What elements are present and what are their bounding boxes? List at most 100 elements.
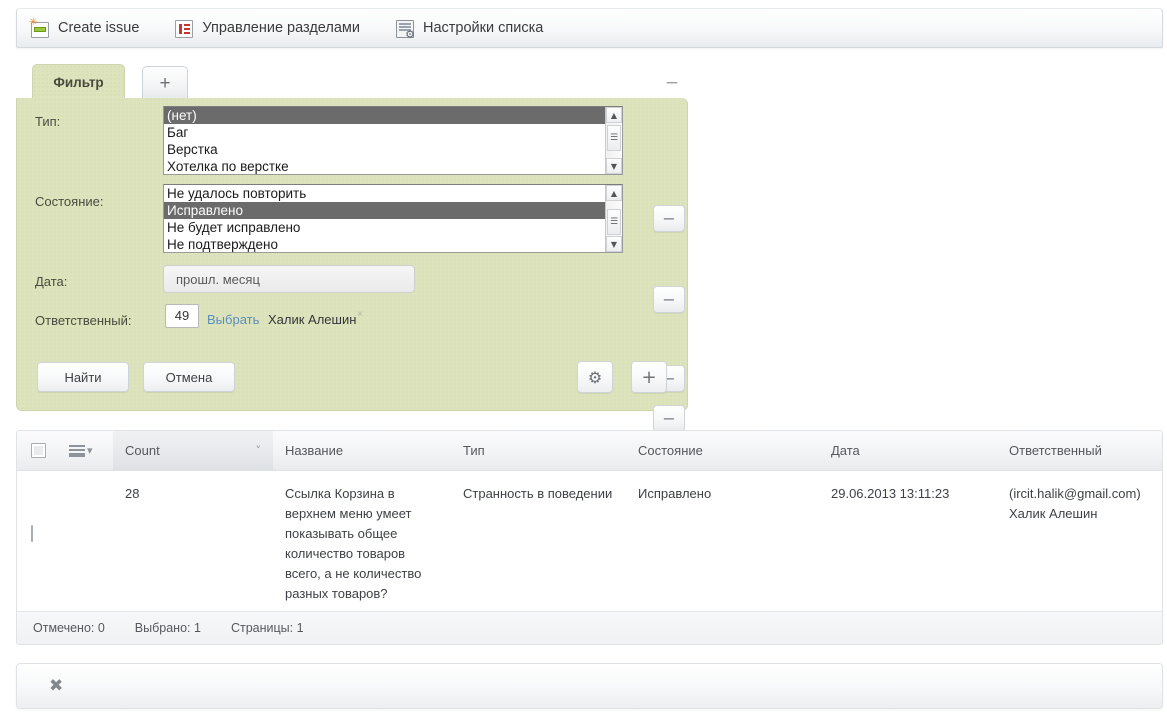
scroll-down-arrow-icon[interactable]: ▼ [606, 236, 622, 252]
chevron-down-icon[interactable]: ▾ [87, 444, 93, 457]
filter-responsible-id-value: 49 [174, 308, 190, 323]
filter-cancel-button[interactable]: Отмена [143, 362, 235, 392]
tab-filter-label: Фильтр [53, 74, 104, 90]
table-header-name[interactable]: Название [273, 431, 451, 470]
table-cell-count: 28 [125, 486, 140, 501]
toolbar-item-list-settings-label: Настройки списка [422, 20, 544, 36]
filter-remove-type-button[interactable]: − [653, 205, 685, 232]
table-header-date-label: Дата [831, 443, 860, 458]
manage-sections-icon [175, 19, 194, 38]
minus-icon: − [664, 73, 680, 93]
option-type-0[interactable]: (нет) [164, 107, 622, 124]
plus-icon: + [641, 366, 657, 388]
results-table: ▾ Count ˅ Название Тип Состояние Дата От… [16, 430, 1163, 645]
create-issue-icon [29, 18, 49, 38]
table-header-state-label: Состояние [638, 443, 703, 458]
minus-icon: − [662, 208, 676, 228]
filter-select-type-scrollbar[interactable]: ▲ ☰ ▼ [605, 107, 622, 174]
scroll-up-arrow-icon[interactable]: ▲ [606, 185, 622, 201]
table-header-state[interactable]: Состояние [626, 431, 819, 470]
table-cell-responsible-name: Халик Алешин [1009, 506, 1098, 521]
footer-marked-count: Отмечено: 0 [33, 621, 105, 635]
table-header-name-label: Название [285, 443, 344, 458]
table-header-date[interactable]: Дата [819, 431, 997, 470]
table-cell-menu [61, 471, 113, 611]
filter-label-state: Состояние: [35, 194, 104, 209]
scroll-down-arrow-icon[interactable]: ▼ [606, 158, 622, 174]
app-root: Create issue Управление разделами Настро… [0, 0, 1167, 719]
filter-date-value: прошл. месяц [176, 271, 260, 287]
toolbar-item-create-issue-label: Create issue [58, 20, 140, 36]
filter-select-state[interactable]: Не удалось повторить Исправлено Не будет… [163, 184, 623, 253]
table-header-responsible[interactable]: Ответственный [997, 431, 1162, 470]
filter-select-state-scrollbar[interactable]: ▲ ☰ ▼ [605, 185, 622, 252]
filter-add-condition-button[interactable]: + [631, 361, 667, 393]
gear-icon: ⚙ [587, 367, 603, 387]
filter-responsible-pick-link[interactable]: Выбрать [207, 312, 259, 327]
plus-icon: + [159, 72, 171, 94]
option-state-1[interactable]: Исправлено [164, 202, 622, 219]
scroll-up-arrow-icon[interactable]: ▲ [606, 107, 622, 123]
option-type-1[interactable]: Баг [164, 124, 622, 141]
filter-cancel-label: Отмена [165, 369, 213, 385]
toolbar-item-create-issue[interactable]: Create issue [29, 18, 140, 38]
filter-search-button[interactable]: Найти [37, 362, 129, 392]
table-header-select-all [17, 431, 61, 470]
row-menu-icon[interactable] [69, 444, 85, 457]
tab-filter[interactable]: Фильтр [32, 64, 125, 99]
option-type-3[interactable]: Хотелка по верстке [164, 158, 622, 174]
table-header-menu: ▾ [61, 431, 113, 470]
filter-label-responsible: Ответственный: [35, 313, 132, 328]
list-settings-icon [395, 19, 415, 41]
option-type-2[interactable]: Верстка [164, 141, 622, 158]
toolbar-item-manage-sections[interactable]: Управление разделами [175, 19, 360, 38]
table-cell-responsible-email: (ircit.halik@gmail.com) [1009, 486, 1141, 501]
filter-select-type[interactable]: (нет) Баг Верстка Хотелка по верстке ▲ ☰… [163, 106, 623, 175]
table-header-type-label: Тип [463, 443, 485, 458]
scrollbar-thumb[interactable]: ☰ [607, 209, 621, 235]
table-header-count[interactable]: Count ˅ [113, 431, 273, 470]
bottom-bar: ✖ [16, 663, 1163, 709]
table-header-row: ▾ Count ˅ Название Тип Состояние Дата От… [17, 431, 1162, 471]
footer-pages: Страницы: 1 [230, 621, 304, 635]
filter-label-type: Тип: [35, 114, 61, 129]
close-icon: × [357, 309, 363, 320]
select-all-checkbox[interactable] [31, 443, 46, 458]
close-icon[interactable]: ✖ [49, 677, 63, 695]
filter-label-date: Дата: [35, 274, 68, 289]
option-state-2[interactable]: Не будет исправлено [164, 219, 622, 236]
table-cell-select [17, 471, 61, 611]
filter-responsible-id-input[interactable]: 49 [165, 304, 199, 328]
filter-responsible-name: Халик Алешин [268, 312, 357, 327]
option-state-3[interactable]: Не подтверждено [164, 236, 622, 252]
table-header-type[interactable]: Тип [451, 431, 626, 470]
filter-remove-responsible-button[interactable]: − [653, 405, 685, 432]
filter-settings-button[interactable]: ⚙ [577, 361, 613, 393]
table-row[interactable]: 28 Ссылка Корзина в верхнем меню умеет п… [17, 471, 1162, 611]
toolbar-item-manage-sections-label: Управление разделами [202, 20, 360, 36]
filter-search-label: Найти [64, 369, 102, 385]
minus-icon: − [662, 408, 676, 428]
table-cell-type: Странность в поведении [463, 486, 613, 501]
top-toolbar: Create issue Управление разделами Настро… [16, 8, 1163, 48]
footer-selected-count: Выбрано: 1 [134, 621, 201, 635]
row-checkbox[interactable] [31, 525, 33, 542]
filter-panel-collapse-button[interactable]: − [664, 73, 680, 93]
toolbar-item-list-settings[interactable]: Настройки списка [395, 19, 544, 41]
filter-panel: Тип: (нет) Баг Верстка Хотелка по верстк… [16, 98, 688, 432]
filter-responsible-pick-label: Выбрать [207, 312, 260, 327]
table-footer: Отмечено: 0 Выбрано: 1 Страницы: 1 [17, 611, 1162, 644]
table-cell-responsible: (ircit.halik@gmail.com) Халик Алешин [997, 471, 1162, 611]
table-cell-state: Исправлено [638, 486, 712, 501]
filter-date-input[interactable]: прошл. месяц [163, 265, 415, 293]
minus-icon: − [662, 289, 676, 309]
table-header-count-label: Count [125, 443, 160, 458]
table-cell-date: 29.06.2013 13:11:23 [831, 486, 950, 501]
tab-add-filter[interactable]: + [142, 66, 188, 99]
filter-remove-state-button[interactable]: − [653, 286, 685, 313]
scrollbar-thumb[interactable]: ☰ [607, 125, 621, 151]
filter-responsible-clear-icon[interactable]: × [357, 309, 363, 320]
option-state-0[interactable]: Не удалось повторить [164, 185, 622, 202]
filter-tabs: Фильтр + [16, 64, 688, 100]
chevron-down-icon[interactable]: ˅ [256, 444, 262, 457]
